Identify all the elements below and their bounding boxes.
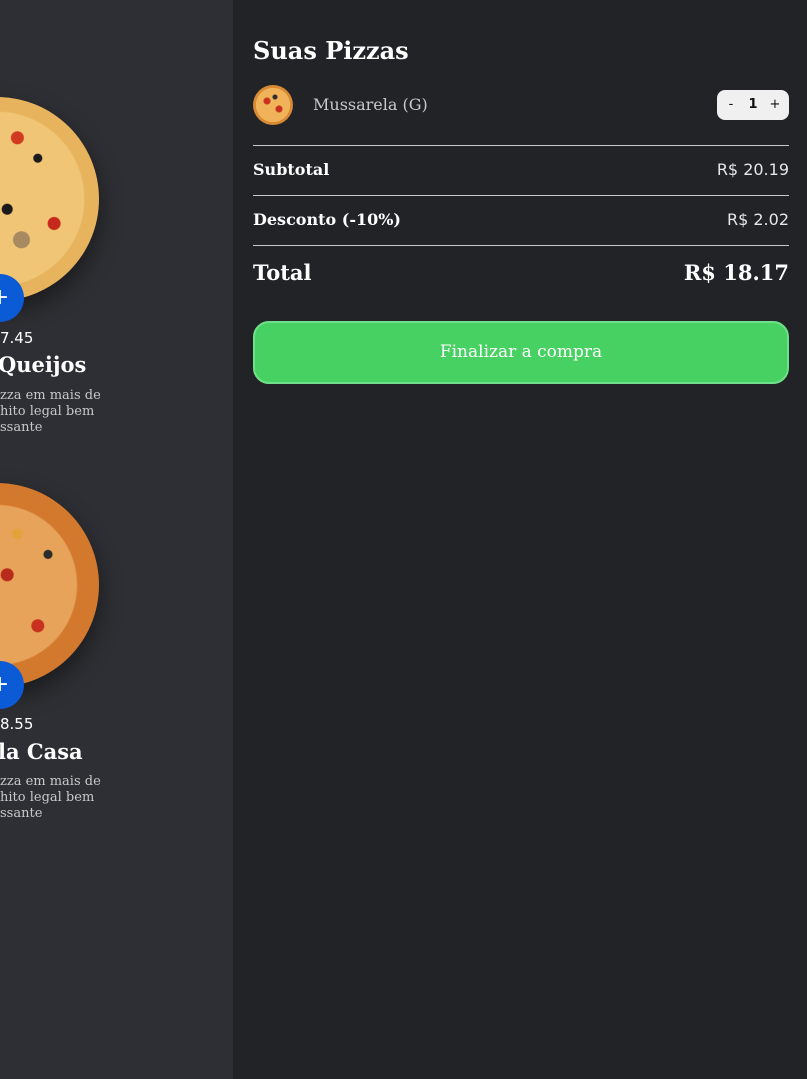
pizza-image	[0, 483, 99, 687]
divider	[253, 145, 789, 146]
quantity-stepper: - 1 +	[717, 90, 789, 120]
pizza-description-line: hito legal bem	[0, 404, 95, 419]
pizza-name: la Casa	[0, 739, 83, 764]
cart-title: Suas Pizzas	[253, 36, 409, 65]
menu-panel: + 7.45 Queijos zza em mais de hito legal…	[0, 0, 233, 1079]
decrease-quantity-button[interactable]: -	[721, 90, 741, 120]
checkout-button[interactable]: Finalizar a compra	[253, 321, 789, 384]
cart-item-name: Mussarela (G)	[313, 95, 428, 114]
pizza-card: + 8.55 la Casa zza em mais de hito legal…	[0, 0, 233, 821]
discount-label: Desconto (-10%)	[253, 210, 401, 229]
divider	[253, 195, 789, 196]
quantity-value: 1	[748, 97, 758, 112]
pizza-description: zza em mais de hito legal bem ssante	[0, 774, 160, 822]
pizza-description-line: ssante	[0, 806, 43, 821]
subtotal-label: Subtotal	[253, 160, 330, 179]
pizza-price: 8.55	[0, 715, 34, 733]
discount-value: R$ 2.02	[726, 210, 789, 229]
pizza-description-line: zza em mais de	[0, 774, 101, 789]
cart-item: Mussarela (G) - 1 +	[253, 85, 789, 125]
increase-quantity-button[interactable]: +	[765, 90, 785, 120]
total-value: R$ 18.17	[683, 260, 789, 285]
pizza-description: zza em mais de hito legal bem ssante	[0, 388, 160, 436]
pizza-thumbnail	[253, 85, 293, 125]
pizza-description-line: ssante	[0, 420, 43, 435]
total-label: Total	[253, 260, 312, 285]
pizza-description-line: zza em mais de	[0, 388, 101, 403]
pizza-description-line: hito legal bem	[0, 790, 95, 805]
subtotal-value: R$ 20.19	[716, 160, 789, 179]
divider	[253, 245, 789, 246]
